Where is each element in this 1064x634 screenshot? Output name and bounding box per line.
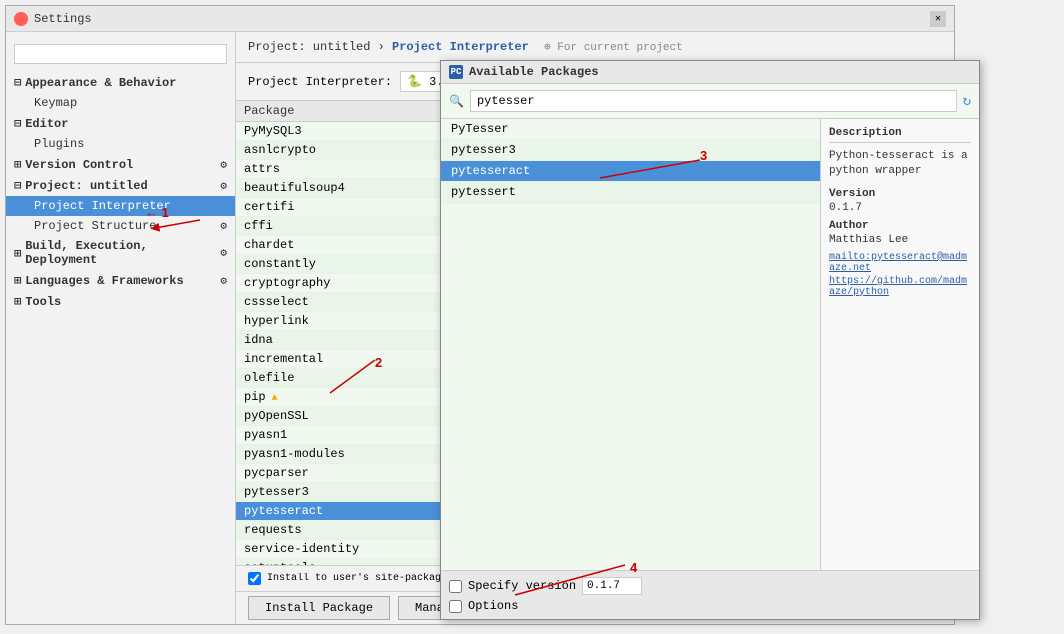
interpreter-label: Project Interpreter:	[248, 75, 392, 89]
sidebar-item-keymap[interactable]: Keymap	[6, 93, 235, 113]
expand-icon: ⊟	[14, 116, 21, 131]
gear-icon: ⚙	[220, 274, 227, 288]
description-header: Description	[829, 127, 971, 143]
popup-bottom-options: Specify version Options	[441, 570, 979, 619]
sidebar-item-plugins[interactable]: Plugins	[6, 134, 235, 154]
breadcrumb: Project: untitled › Project Interpreter …	[248, 40, 942, 54]
sidebar-item-appearance[interactable]: ⊟ Appearance & Behavior	[6, 72, 235, 93]
sidebar-item-project-interpreter[interactable]: Project Interpreter	[6, 196, 235, 216]
sidebar-label: Project Structure	[34, 219, 156, 233]
popup-package-list[interactable]: PyTesserpytesser3pytesseractpytessert	[441, 119, 821, 570]
sidebar: ⊟ Appearance & Behavior Keymap ⊟ Editor …	[6, 32, 236, 624]
main-header: Project: untitled › Project Interpreter …	[236, 32, 954, 63]
app-icon	[14, 12, 28, 26]
expand-icon: ⊞	[14, 157, 21, 172]
sidebar-label: Project Interpreter	[34, 199, 171, 213]
popup-package-item[interactable]: pytesser3	[441, 140, 820, 161]
version-value: 0.1.7	[829, 202, 971, 214]
options-row: Options	[449, 599, 971, 613]
install-package-button[interactable]: Install Package	[248, 596, 390, 620]
expand-icon: ⊞	[14, 294, 21, 309]
popup-search-bar: 🔍 ↻	[441, 84, 979, 119]
available-packages-popup: PC Available Packages 🔍 ↻ PyTesserpytess…	[440, 60, 980, 620]
install-path-checkbox[interactable]	[248, 572, 261, 585]
specify-version-row: Specify version	[449, 577, 971, 595]
sidebar-label: Project: untitled	[25, 179, 147, 193]
sidebar-label: Keymap	[34, 96, 77, 110]
package-column-header: Package	[244, 104, 294, 118]
sidebar-item-build[interactable]: ⊞ Build, Execution, Deployment ⚙	[6, 236, 235, 270]
titlebar: Settings ✕	[6, 6, 954, 32]
gear-icon: ⚙	[220, 246, 227, 260]
sidebar-item-languages[interactable]: ⊞ Languages & Frameworks ⚙	[6, 270, 235, 291]
specify-version-checkbox[interactable]	[449, 580, 462, 593]
refresh-icon[interactable]: ↻	[963, 93, 971, 110]
sidebar-label: Tools	[25, 295, 61, 309]
popup-package-item[interactable]: pytesseract	[441, 161, 820, 182]
sidebar-search[interactable]	[14, 44, 227, 64]
sidebar-label: Appearance & Behavior	[25, 76, 176, 90]
gear-icon: ⚙	[220, 179, 227, 193]
sidebar-item-editor[interactable]: ⊟ Editor	[6, 113, 235, 134]
breadcrumb-separator: ›	[378, 40, 392, 54]
popup-app-icon: PC	[449, 65, 463, 79]
breadcrumb-current: Project Interpreter	[392, 40, 529, 54]
expand-icon: ⊞	[14, 246, 21, 261]
breadcrumb-note: ⊕ For current project	[544, 42, 683, 54]
close-button[interactable]: ✕	[930, 11, 946, 27]
specify-version-label: Specify version	[468, 579, 576, 593]
options-checkbox[interactable]	[449, 600, 462, 613]
sidebar-item-project[interactable]: ⊟ Project: untitled ⚙	[6, 175, 235, 196]
sidebar-label: Editor	[25, 117, 68, 131]
gear-icon: ⚙	[220, 158, 227, 172]
sidebar-item-version-control[interactable]: ⊞ Version Control ⚙	[6, 154, 235, 175]
popup-description-panel: Description Python-tesseract is a python…	[821, 119, 979, 570]
popup-title: Available Packages	[469, 65, 599, 79]
sidebar-item-project-structure[interactable]: Project Structure ⚙	[6, 216, 235, 236]
sidebar-label: Version Control	[25, 158, 133, 172]
sidebar-label: Languages & Frameworks	[25, 274, 183, 288]
description-text: Python-tesseract is a python wrapper	[829, 149, 971, 180]
email-link[interactable]: mailto:pytesseract@madmaze.net	[829, 252, 971, 274]
titlebar-left: Settings	[14, 12, 92, 26]
sidebar-label: Plugins	[34, 137, 84, 151]
search-icon: 🔍	[449, 94, 464, 109]
breadcrumb-project: Project: untitled	[248, 40, 370, 54]
github-link[interactable]: https://github.com/madmaze/python	[829, 276, 971, 298]
popup-content: PyTesserpytesser3pytesseractpytessert De…	[441, 119, 979, 570]
expand-icon: ⊟	[14, 178, 21, 193]
sidebar-item-tools[interactable]: ⊞ Tools	[6, 291, 235, 312]
popup-header: PC Available Packages	[441, 61, 979, 84]
expand-icon: ⊟	[14, 75, 21, 90]
author-value: Matthias Lee	[829, 234, 971, 246]
sidebar-label: Build, Execution, Deployment	[25, 239, 216, 267]
author-label: Author	[829, 220, 971, 232]
version-label: Version	[829, 188, 971, 200]
gear-icon: ⚙	[220, 219, 227, 233]
window-title: Settings	[34, 12, 92, 26]
expand-icon: ⊞	[14, 273, 21, 288]
specify-version-input[interactable]	[582, 577, 642, 595]
options-label: Options	[468, 599, 518, 613]
popup-package-item[interactable]: PyTesser	[441, 119, 820, 140]
popup-search-input[interactable]	[470, 90, 957, 112]
popup-package-item[interactable]: pytessert	[441, 182, 820, 203]
